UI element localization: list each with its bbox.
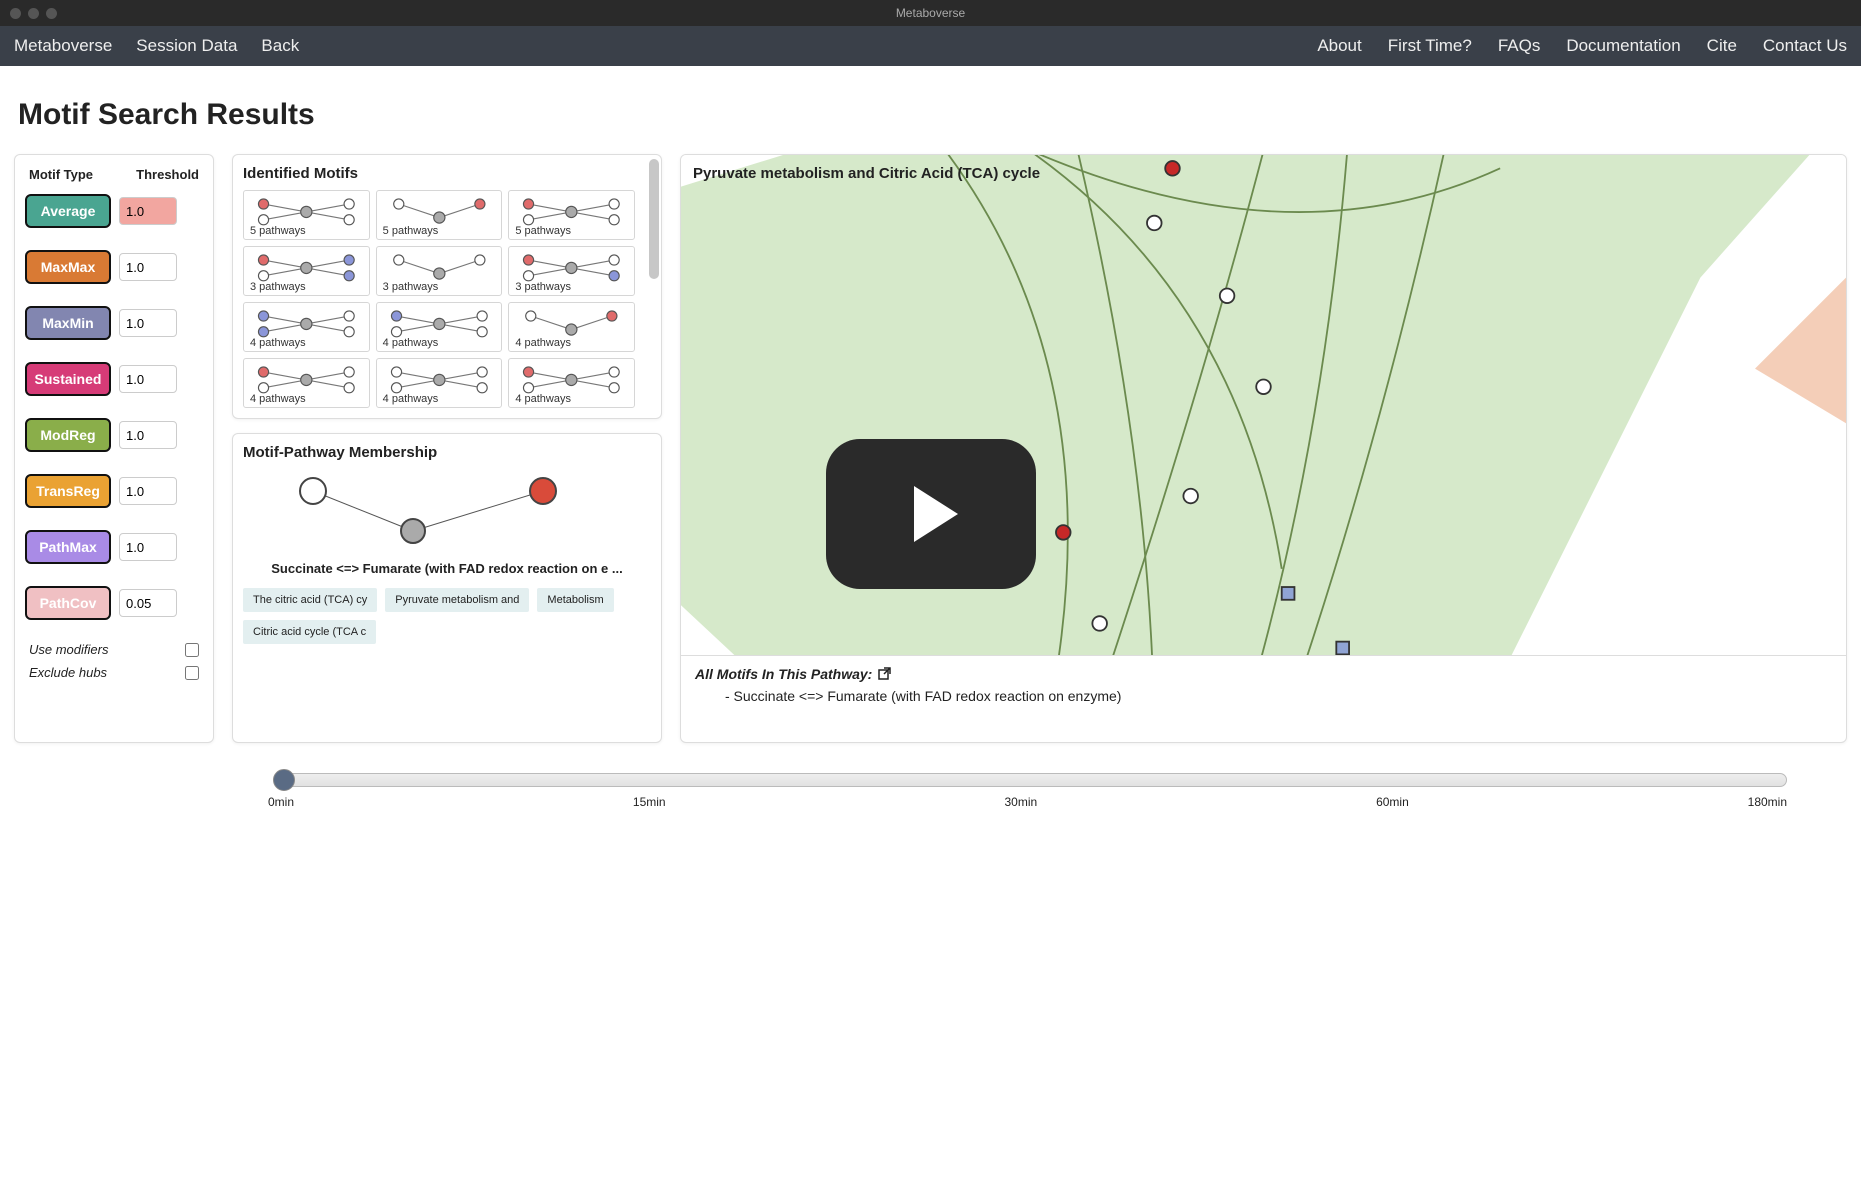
motif-button-modreg[interactable]: ModReg [25, 418, 111, 452]
motif-cell[interactable]: 5 pathways [508, 190, 635, 240]
sidebar-panel: Motif Type Threshold Average MaxMax MaxM… [14, 154, 214, 743]
play-button[interactable] [826, 439, 1036, 589]
threshold-input-average[interactable] [119, 197, 177, 225]
traffic-lights [10, 8, 57, 19]
minimize-window-icon[interactable] [28, 8, 39, 19]
motif-button-maxmin[interactable]: MaxMin [25, 306, 111, 340]
motif-cell[interactable]: 5 pathways [376, 190, 503, 240]
nav-faqs[interactable]: FAQs [1498, 36, 1541, 56]
nav-contact[interactable]: Contact Us [1763, 36, 1847, 56]
menubar: Metaboverse Session Data Back About Firs… [0, 26, 1861, 66]
play-icon [914, 486, 958, 542]
nav-session-data[interactable]: Session Data [136, 36, 237, 56]
scrollbar[interactable] [649, 159, 659, 279]
membership-panel: Motif-Pathway Membership Succinate <=> F… [232, 433, 662, 743]
threshold-input-sustained[interactable] [119, 365, 177, 393]
timeline-slider[interactable] [274, 773, 1787, 787]
motif-cell[interactable]: 4 pathways [508, 358, 635, 408]
pathway-chip[interactable]: Metabolism [537, 588, 613, 612]
motifs-in-pathway-title: All Motifs In This Pathway: [695, 666, 872, 682]
timeline-knob[interactable] [273, 769, 295, 791]
motif-button-sustained[interactable]: Sustained [25, 362, 111, 396]
motif-cell[interactable]: 4 pathways [376, 358, 503, 408]
motif-button-pathcov[interactable]: PathCov [25, 586, 111, 620]
tick-0: 0min [268, 795, 294, 809]
threshold-input-maxmax[interactable] [119, 253, 177, 281]
motif-button-transreg[interactable]: TransReg [25, 474, 111, 508]
threshold-input-modreg[interactable] [119, 421, 177, 449]
nav-back[interactable]: Back [261, 36, 299, 56]
motif-cell[interactable]: 4 pathways [508, 302, 635, 352]
pathway-chip[interactable]: Citric acid cycle (TCA c [243, 620, 376, 644]
page-title: Motif Search Results [18, 98, 1847, 132]
nav-cite[interactable]: Cite [1707, 36, 1737, 56]
nav-about[interactable]: About [1317, 36, 1361, 56]
pathway-motif-item: - Succinate <=> Fumarate (with FAD redox… [695, 682, 1832, 706]
identified-motifs-panel: Identified Motifs 5 pathways 5 pathways … [232, 154, 662, 419]
tick-1: 15min [633, 795, 666, 809]
threshold-input-maxmin[interactable] [119, 309, 177, 337]
threshold-input-pathcov[interactable] [119, 589, 177, 617]
pathway-chip[interactable]: Pyruvate metabolism and [385, 588, 529, 612]
identified-motifs-title: Identified Motifs [243, 165, 651, 182]
motif-cell[interactable]: 5 pathways [243, 190, 370, 240]
motif-cell[interactable]: 4 pathways [243, 302, 370, 352]
external-link-icon[interactable] [878, 667, 892, 681]
visualization-title: Pyruvate metabolism and Citric Acid (TCA… [681, 155, 1052, 182]
timeline: 0min 15min 30min 60min 180min [274, 773, 1787, 809]
motif-button-average[interactable]: Average [25, 194, 111, 228]
window-title: Metaboverse [896, 6, 965, 20]
nav-first-time[interactable]: First Time? [1388, 36, 1472, 56]
pathway-chip[interactable]: The citric acid (TCA) cy [243, 588, 377, 612]
checkbox-exclude-hubs[interactable] [185, 666, 199, 680]
motifs-in-pathway-section: All Motifs In This Pathway: - Succinate … [681, 655, 1846, 716]
motif-button-maxmax[interactable]: MaxMax [25, 250, 111, 284]
motif-cell[interactable]: 3 pathways [243, 246, 370, 296]
motif-cell[interactable]: 3 pathways [508, 246, 635, 296]
motif-button-pathmax[interactable]: PathMax [25, 530, 111, 564]
tick-2: 30min [1004, 795, 1037, 809]
membership-title: Motif-Pathway Membership [243, 444, 651, 461]
maximize-window-icon[interactable] [46, 8, 57, 19]
window-titlebar: Metaboverse [0, 0, 1861, 26]
checkbox-use-modifiers[interactable] [185, 643, 199, 657]
tick-4: 180min [1748, 795, 1787, 809]
label-exclude-hubs: Exclude hubs [29, 665, 107, 680]
close-window-icon[interactable] [10, 8, 21, 19]
label-use-modifiers: Use modifiers [29, 642, 108, 657]
threshold-input-pathmax[interactable] [119, 533, 177, 561]
threshold-input-transreg[interactable] [119, 477, 177, 505]
motif-cell[interactable]: 3 pathways [376, 246, 503, 296]
header-threshold: Threshold [136, 167, 199, 182]
membership-reaction: Succinate <=> Fumarate (with FAD redox r… [243, 561, 651, 576]
nav-metaboverse[interactable]: Metaboverse [14, 36, 112, 56]
motif-cell[interactable]: 4 pathways [376, 302, 503, 352]
nav-documentation[interactable]: Documentation [1566, 36, 1680, 56]
motif-cell[interactable]: 4 pathways [243, 358, 370, 408]
tick-3: 60min [1376, 795, 1409, 809]
header-motif-type: Motif Type [29, 167, 93, 182]
membership-glyph [243, 471, 583, 551]
